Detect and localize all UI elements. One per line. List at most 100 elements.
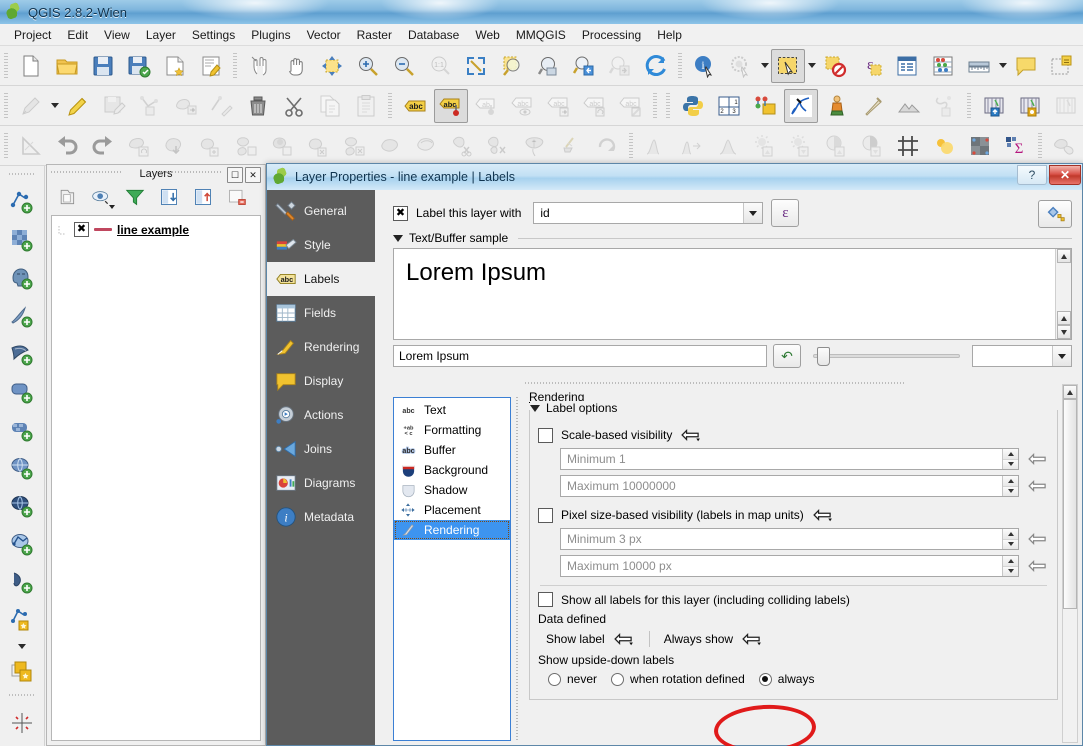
help-button[interactable]: ?: [1017, 165, 1047, 185]
data-defined-icon[interactable]: [812, 507, 834, 523]
brightness-increase-icon[interactable]: [747, 129, 781, 163]
tab-formatting[interactable]: +ab < c Formatting: [394, 420, 510, 440]
toolbar-grip[interactable]: [387, 92, 394, 119]
panel-splitter[interactable]: [515, 397, 521, 741]
new-project-icon[interactable]: [14, 49, 48, 83]
bubble-icon[interactable]: [927, 129, 961, 163]
close-button[interactable]: ✕: [1049, 165, 1081, 185]
toolbar-grip[interactable]: [3, 52, 10, 79]
close-icon[interactable]: ✕: [245, 167, 261, 183]
toolbar-grip[interactable]: [966, 92, 973, 119]
radio-never[interactable]: [548, 672, 561, 686]
move-feature-icon[interactable]: [169, 89, 203, 123]
save-project-as-icon[interactable]: [122, 49, 156, 83]
pixel-size-visibility-checkbox[interactable]: ✖: [538, 507, 553, 523]
save-layer-edits-icon[interactable]: [97, 89, 131, 123]
add-part-icon[interactable]: [230, 129, 264, 163]
georeferencer-icon[interactable]: [4, 705, 40, 741]
paste-features-icon[interactable]: [349, 89, 383, 123]
menu-processing[interactable]: Processing: [574, 26, 649, 44]
fill-ring-icon[interactable]: [266, 129, 300, 163]
zoom-full-icon[interactable]: [459, 49, 493, 83]
text-annotation-icon[interactable]: [1045, 49, 1079, 83]
raster-tool-icon[interactable]: [963, 129, 997, 163]
data-defined-icon[interactable]: [1027, 451, 1049, 467]
current-edits-icon[interactable]: [14, 89, 48, 123]
menu-web[interactable]: Web: [467, 26, 507, 44]
layer-visibility-checkbox[interactable]: ✖: [74, 222, 89, 237]
refresh-icon[interactable]: [639, 49, 673, 83]
toolbar-grip[interactable]: [9, 693, 35, 700]
zoom-to-selection-icon[interactable]: [495, 49, 529, 83]
add-mssql-layer-icon[interactable]: [4, 336, 40, 372]
contrast-decrease-icon[interactable]: [855, 129, 889, 163]
collapse-triangle-icon[interactable]: [530, 404, 540, 412]
terrain-icon[interactable]: [892, 89, 926, 123]
select-by-expression-icon[interactable]: ε: [854, 49, 888, 83]
split-features-icon[interactable]: [446, 129, 480, 163]
measure-line-icon[interactable]: [962, 49, 996, 83]
text-buffer-sample-header[interactable]: Text/Buffer sample: [393, 230, 1072, 246]
sample-scrollbar[interactable]: [1055, 249, 1071, 339]
sidebar-item-fields[interactable]: Fields: [267, 296, 375, 330]
sample-zoom-combo[interactable]: [972, 345, 1072, 367]
menu-layer[interactable]: Layer: [138, 26, 184, 44]
label-options-group-header[interactable]: Label options: [530, 401, 624, 415]
collapse-triangle-icon[interactable]: [393, 234, 403, 242]
measure-angle-icon[interactable]: [14, 129, 48, 163]
expression-button[interactable]: ε: [771, 199, 800, 227]
sum-statistics-icon[interactable]: Σ: [999, 129, 1033, 163]
split-parts-icon[interactable]: [482, 129, 516, 163]
pan-to-selection-icon[interactable]: [315, 49, 349, 83]
deselect-features-icon[interactable]: [818, 49, 852, 83]
show-hide-labels-icon[interactable]: ab: [470, 89, 504, 123]
processing-toolbox-icon[interactable]: [748, 89, 782, 123]
copy-features-icon[interactable]: [313, 89, 347, 123]
remove-layer-icon[interactable]: [223, 183, 251, 211]
plugin-builder-icon[interactable]: [856, 89, 890, 123]
new-shapefile-layer-icon[interactable]: [4, 602, 40, 638]
move-label-icon[interactable]: abc: [542, 89, 576, 123]
sidebar-item-style[interactable]: Style: [267, 228, 375, 262]
label-icon[interactable]: abc: [398, 89, 432, 123]
scroll-up-icon[interactable]: [1056, 311, 1071, 325]
menu-plugins[interactable]: Plugins: [243, 26, 298, 44]
menu-help[interactable]: Help: [649, 26, 690, 44]
chevron-down-icon[interactable]: [1052, 346, 1071, 366]
highlight-labels-icon[interactable]: abc: [506, 89, 540, 123]
menu-view[interactable]: View: [96, 26, 138, 44]
data-defined-icon[interactable]: [1027, 531, 1049, 547]
data-defined-icon[interactable]: [1027, 478, 1049, 494]
new-memory-layer-icon[interactable]: [4, 654, 40, 690]
brightness-decrease-icon[interactable]: [783, 129, 817, 163]
cut-features-icon[interactable]: [277, 89, 311, 123]
data-defined-icon[interactable]: [741, 631, 763, 647]
layers-list[interactable]: ✖ line example: [51, 215, 261, 741]
sidebar-item-rendering[interactable]: Rendering: [267, 330, 375, 364]
pin-labels-icon[interactable]: abc: [434, 88, 468, 123]
pixel-minimum-input[interactable]: Minimum 3 px: [560, 528, 1019, 550]
scroll-up-icon[interactable]: [1063, 385, 1077, 399]
chevron-down-icon[interactable]: [743, 203, 763, 223]
add-feature-icon[interactable]: [133, 89, 167, 123]
sidebar-item-display[interactable]: Display: [267, 364, 375, 398]
open-attribute-table-icon[interactable]: [890, 49, 924, 83]
toolbar-grip[interactable]: [9, 172, 35, 179]
zoom-next-icon[interactable]: [603, 49, 637, 83]
toolbar-grip[interactable]: [677, 52, 684, 79]
new-layer-dropdown-icon[interactable]: [17, 639, 28, 653]
offset-curve-icon[interactable]: [410, 129, 444, 163]
layer-name[interactable]: line example: [117, 223, 189, 237]
add-db-layer-icon[interactable]: [977, 89, 1011, 123]
composer-manager-icon[interactable]: [194, 49, 228, 83]
new-map-tip-icon[interactable]: [1009, 49, 1043, 83]
geoprocessing-icon[interactable]: [1048, 129, 1082, 163]
add-delimited-text-layer-icon[interactable]: [4, 412, 40, 448]
add-spatialite-layer-icon[interactable]: [4, 298, 40, 334]
field-calculator-icon[interactable]: [926, 49, 960, 83]
add-wcs-layer-icon[interactable]: [4, 488, 40, 524]
redo-icon[interactable]: [86, 129, 120, 163]
menu-mmqgis[interactable]: MMQGIS: [508, 26, 574, 44]
node-tool-icon[interactable]: [205, 89, 239, 123]
filter-legend-icon[interactable]: [121, 183, 149, 211]
